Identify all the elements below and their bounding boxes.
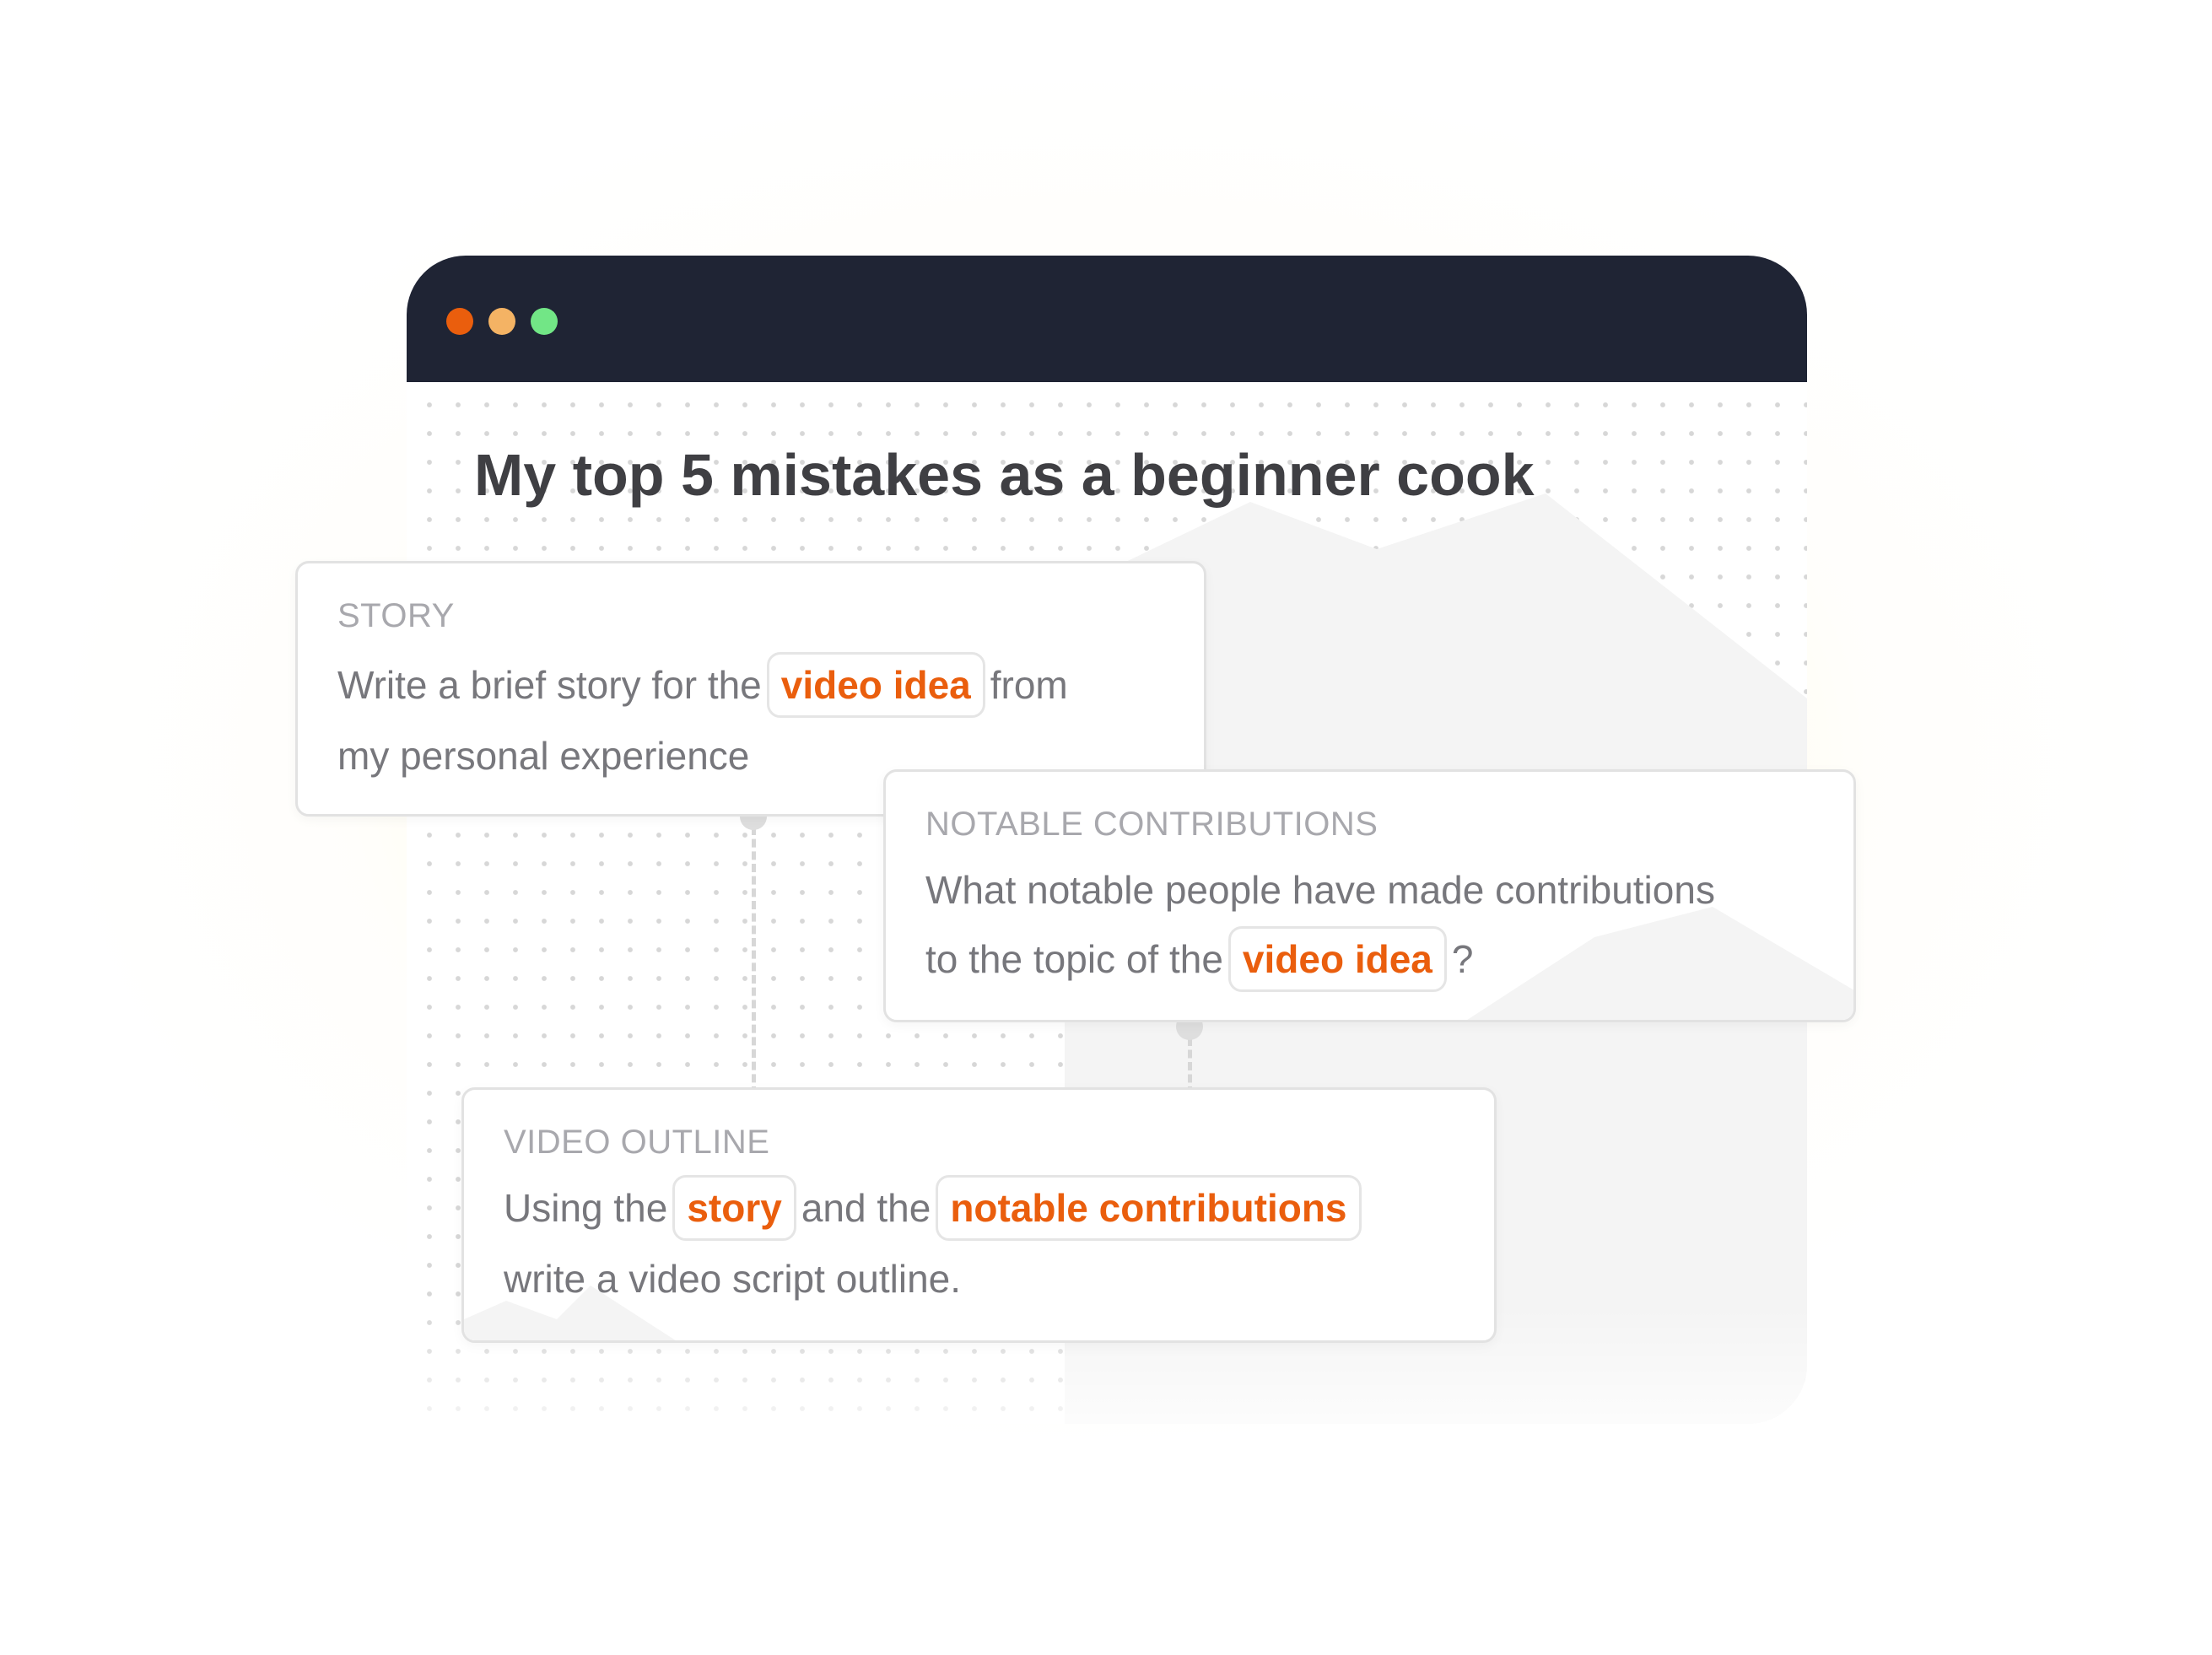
close-window-icon[interactable]: [446, 308, 473, 335]
notable-line-1: What notable people have made contributi…: [925, 868, 1715, 912]
outline-line-1: Using the story and the notable contribu…: [504, 1173, 1367, 1243]
notable-to-outline-connector: [1188, 1038, 1192, 1095]
video-idea-variable-chip[interactable]: video idea: [766, 651, 985, 719]
story-to-outline-connector: [752, 827, 756, 1095]
outline-text-middle: and the: [801, 1186, 931, 1230]
notable-contributions-variable-chip[interactable]: notable contributions: [936, 1174, 1362, 1242]
notable-line-2: to the topic of the video idea ?: [925, 924, 1473, 995]
story-variable-chip[interactable]: story: [672, 1174, 796, 1242]
story-card-label: STORY: [337, 597, 455, 634]
story-text-before: Write a brief story for the: [337, 663, 762, 707]
window-titlebar: [407, 256, 1807, 382]
story-text-after: from: [990, 663, 1068, 707]
video-idea-variable-chip[interactable]: video idea: [1227, 925, 1447, 993]
notable-card-label: NOTABLE CONTRIBUTIONS: [925, 806, 1378, 843]
notable-contributions-card[interactable]: NOTABLE CONTRIBUTIONS What notable peopl…: [883, 769, 1856, 1022]
notable-text-before: to the topic of the: [925, 937, 1223, 981]
minimize-window-icon[interactable]: [488, 308, 515, 335]
video-outline-card[interactable]: VIDEO OUTLINE Using the story and the no…: [461, 1087, 1497, 1343]
story-line-2: my personal experience: [337, 734, 750, 778]
story-line-1: Write a brief story for the video idea f…: [337, 650, 1068, 720]
maximize-window-icon[interactable]: [531, 308, 558, 335]
outline-text-before: Using the: [504, 1186, 668, 1230]
outline-line-2: write a video script outline.: [504, 1257, 962, 1301]
document-title: My top 5 mistakes as a beginner cook: [474, 442, 1535, 508]
notable-text-after: ?: [1451, 937, 1474, 981]
outline-card-label: VIDEO OUTLINE: [504, 1124, 770, 1161]
